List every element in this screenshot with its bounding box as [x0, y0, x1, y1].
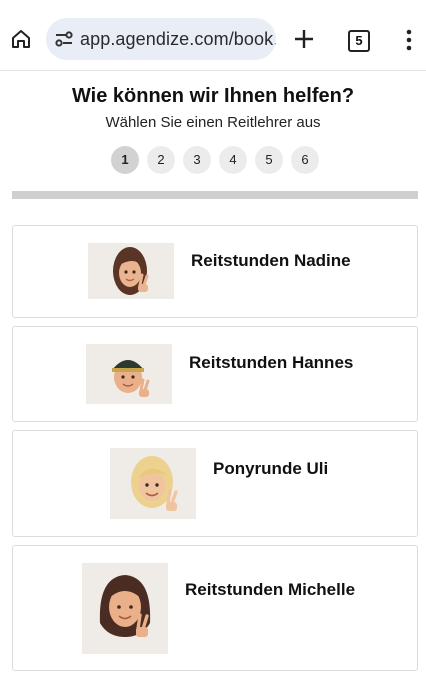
- instructor-name: Reitstunden Nadine: [191, 251, 351, 270]
- step-2[interactable]: 2: [147, 146, 175, 174]
- url-text: app.agendize.com/book,: [80, 29, 276, 49]
- page-title: Wie können wir Ihnen helfen?: [71, 85, 355, 107]
- step-6[interactable]: 6: [291, 146, 319, 174]
- instructor-name: Reitstunden Michelle: [185, 580, 356, 599]
- instructor-card-nadine[interactable]: Reitstunden Nadine: [12, 225, 418, 318]
- instructor-card-hannes[interactable]: Reitstunden Hannes: [12, 326, 418, 422]
- step-4[interactable]: 4: [219, 146, 247, 174]
- browser-toolbar: app.agendize.com/book, 5: [0, 0, 426, 71]
- avatar-uli: [110, 448, 196, 519]
- new-tab-icon[interactable]: [292, 28, 316, 50]
- instructor-card-uli[interactable]: Ponyrunde Uli: [12, 430, 418, 537]
- progress-bar: [12, 191, 418, 199]
- instructor-name: Ponyrunde Uli: [213, 459, 329, 478]
- tab-switcher-button[interactable]: 5: [348, 30, 370, 52]
- step-5[interactable]: 5: [255, 146, 283, 174]
- instructor-card-michelle[interactable]: Reitstunden Michelle: [12, 545, 418, 671]
- avatar-michelle: [82, 563, 168, 654]
- home-icon[interactable]: [10, 28, 32, 50]
- instructor-name: Reitstunden Hannes: [189, 353, 354, 372]
- step-1[interactable]: 1: [111, 146, 139, 174]
- more-menu-icon[interactable]: [403, 28, 415, 52]
- tab-count: 5: [355, 33, 363, 48]
- avatar-nadine: [88, 243, 174, 299]
- step-3[interactable]: 3: [183, 146, 211, 174]
- page-subtitle: Wählen Sie einen Reitlehrer aus: [105, 114, 321, 131]
- address-bar[interactable]: app.agendize.com/book,: [46, 18, 276, 60]
- avatar-hannes: [86, 344, 172, 404]
- site-settings-icon[interactable]: [54, 30, 74, 48]
